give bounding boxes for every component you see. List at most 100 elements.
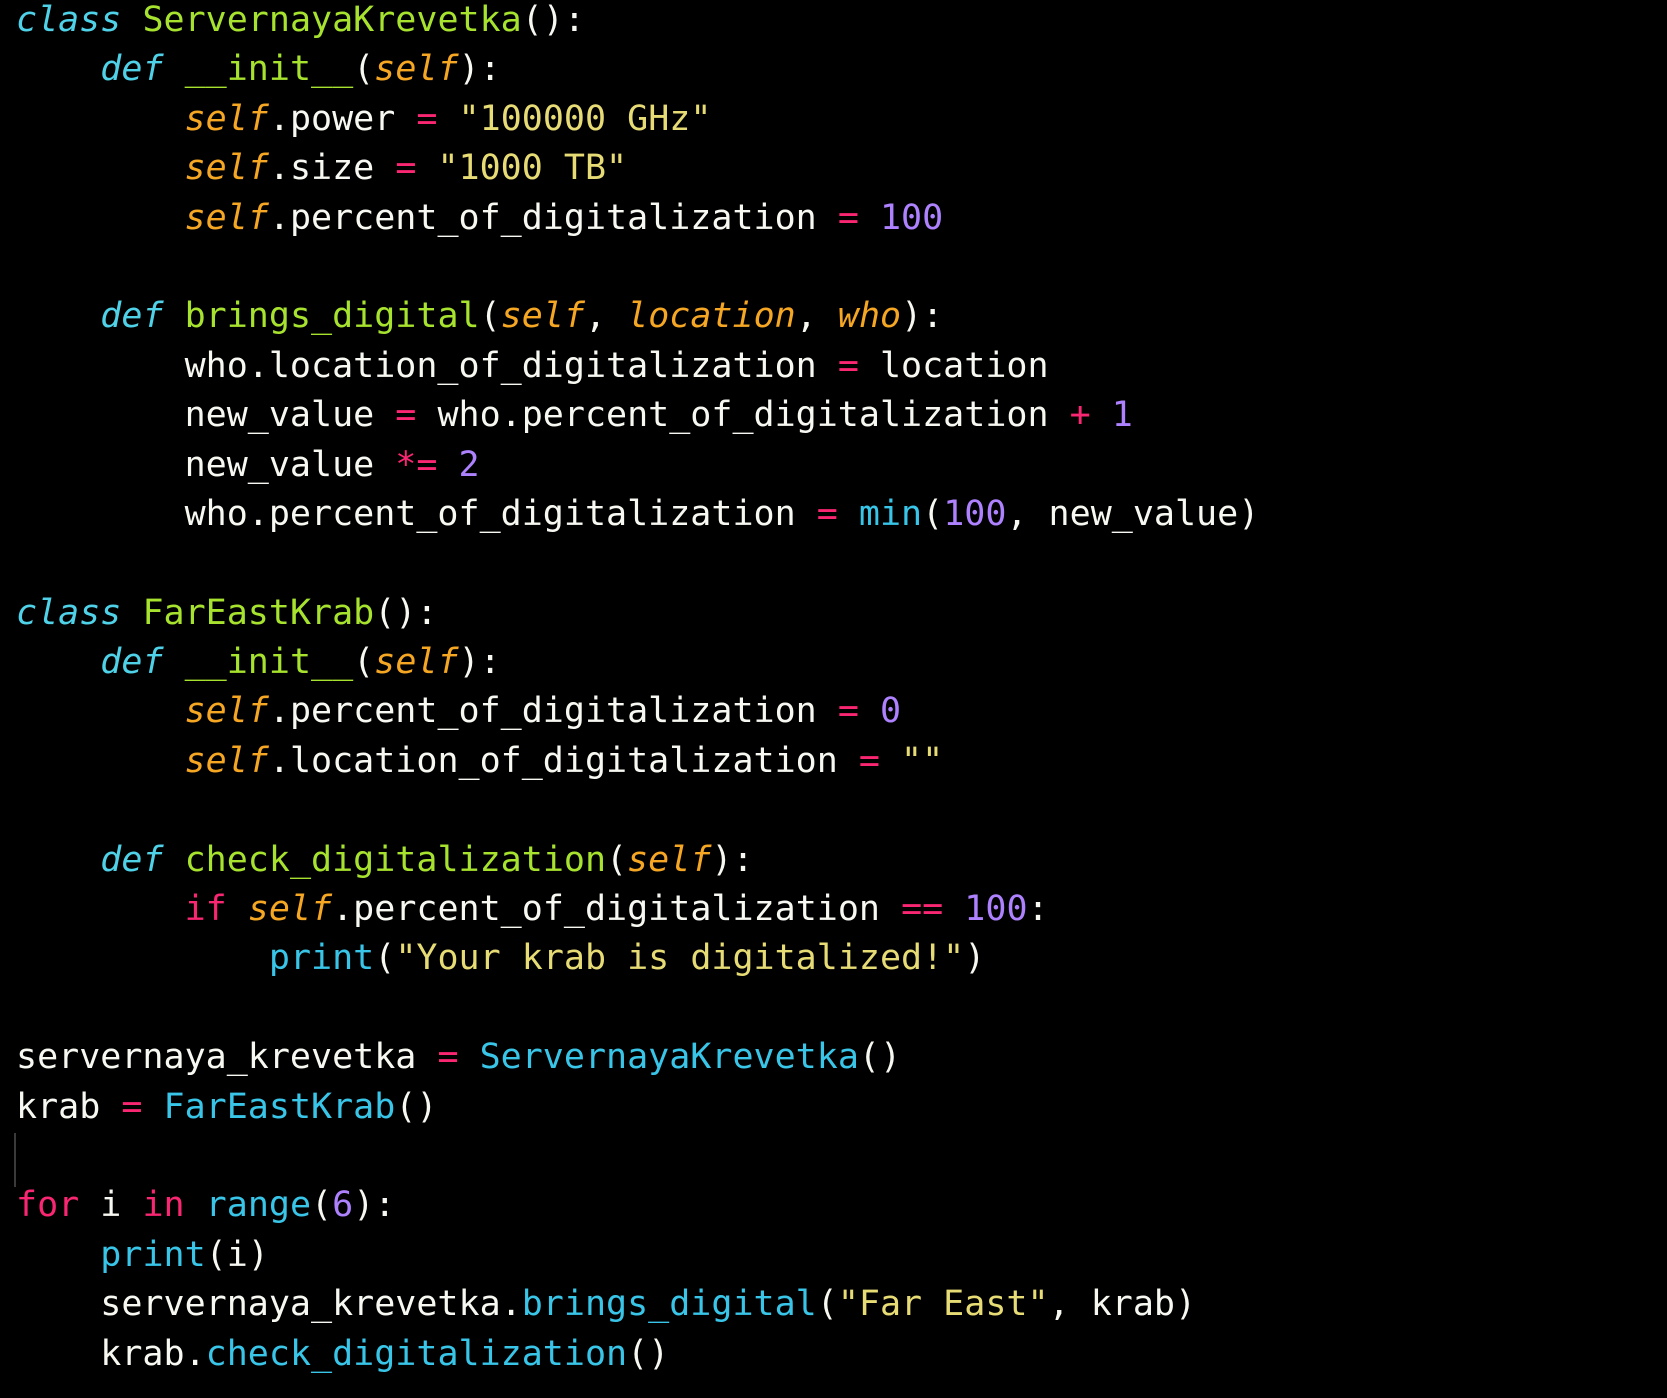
code-token: = [816,493,838,534]
code-token: = [858,740,880,781]
code-token: = [121,1086,143,1127]
code-token: ( [816,1284,838,1325]
code-token: (): [374,592,438,633]
code-token: new_value [16,444,396,485]
code-token: ): [458,49,501,90]
code-line: class ServernayaKrevetka(): [16,0,1259,45]
code-token: check_digitalization [184,839,607,880]
code-token: new_value [16,395,396,436]
code-token: () [395,1086,438,1127]
code-block[interactable]: class ServernayaKrevetka(): def __init__… [16,0,1259,1379]
code-line: new_value *= 2 [16,441,1259,490]
code-token: = [395,395,417,436]
code-line: servernaya_krevetka.brings_digital("Far … [16,1280,1259,1329]
code-token: , new_value) [1006,493,1260,534]
code-token: __init__ [184,49,354,90]
code-token: brings_digital [184,296,480,337]
code-token: , [795,296,838,337]
code-token: *= [395,444,438,485]
code-token: "1000 TB" [437,148,628,189]
code-token: ) [964,938,986,979]
code-token: min [858,493,923,534]
code-token: FarEastKrab [163,1086,396,1127]
code-token: who [837,296,902,337]
code-token: self [247,889,333,930]
code-token: () [858,1037,902,1078]
code-token: self [184,98,269,139]
code-token: i [79,1185,143,1226]
code-token: def [100,642,164,683]
code-token: .location_of_digitalization [268,740,859,781]
code-token: self [627,839,712,880]
code-token: self [184,691,269,732]
code-line: def check_digitalization(self): [16,836,1259,885]
code-token: krab [16,1086,122,1127]
code-token: brings_digital [521,1284,817,1325]
code-token: "Your krab is digitalized!" [395,938,965,979]
code-token: 100 [879,197,944,238]
code-token: "100000 GHz" [458,98,712,139]
code-editor[interactable]: class ServernayaKrevetka(): def __init__… [0,0,1667,1398]
code-line: if self.percent_of_digitalization == 100… [16,885,1259,934]
code-line: self.percent_of_digitalization = 100 [16,194,1259,243]
code-token: __init__ [184,642,354,683]
code-line: self.power = "100000 GHz" [16,95,1259,144]
code-token: = [395,148,417,189]
code-token: self [184,740,269,781]
code-token: = [837,197,859,238]
code-line: self.size = "1000 TB" [16,144,1259,193]
code-token: location [858,345,1049,386]
code-token: 1 [1111,395,1133,436]
code-token: = [837,691,859,732]
code-token: if [184,889,227,930]
code-token: 2 [458,444,480,485]
code-token: print [268,938,375,979]
code-token: self [500,296,585,337]
code-token: 100 [964,889,1028,930]
code-token: servernaya_krevetka [16,1037,438,1078]
code-token: "" [901,740,944,781]
code-line: who.location_of_digitalization = locatio… [16,342,1259,391]
code-line: def __init__(self): [16,45,1259,94]
code-token: "Far East" [837,1284,1049,1325]
code-line: krab.check_digitalization() [16,1330,1259,1379]
code-token: check_digitalization [205,1333,628,1374]
code-token: () [627,1333,670,1374]
code-line: def brings_digital(self, location, who): [16,292,1259,341]
code-token: (i) [205,1234,269,1275]
code-token: .percent_of_digitalization [268,691,838,732]
code-line: servernaya_krevetka = ServernayaKrevetka… [16,1033,1259,1082]
code-line: who.percent_of_digitalization = min(100,… [16,490,1260,539]
code-token: who.percent_of_digitalization [16,493,817,534]
code-token: = [416,98,438,139]
code-token: def [100,49,164,90]
code-token: 6 [332,1185,354,1226]
code-line: def __init__(self): [16,638,1259,687]
